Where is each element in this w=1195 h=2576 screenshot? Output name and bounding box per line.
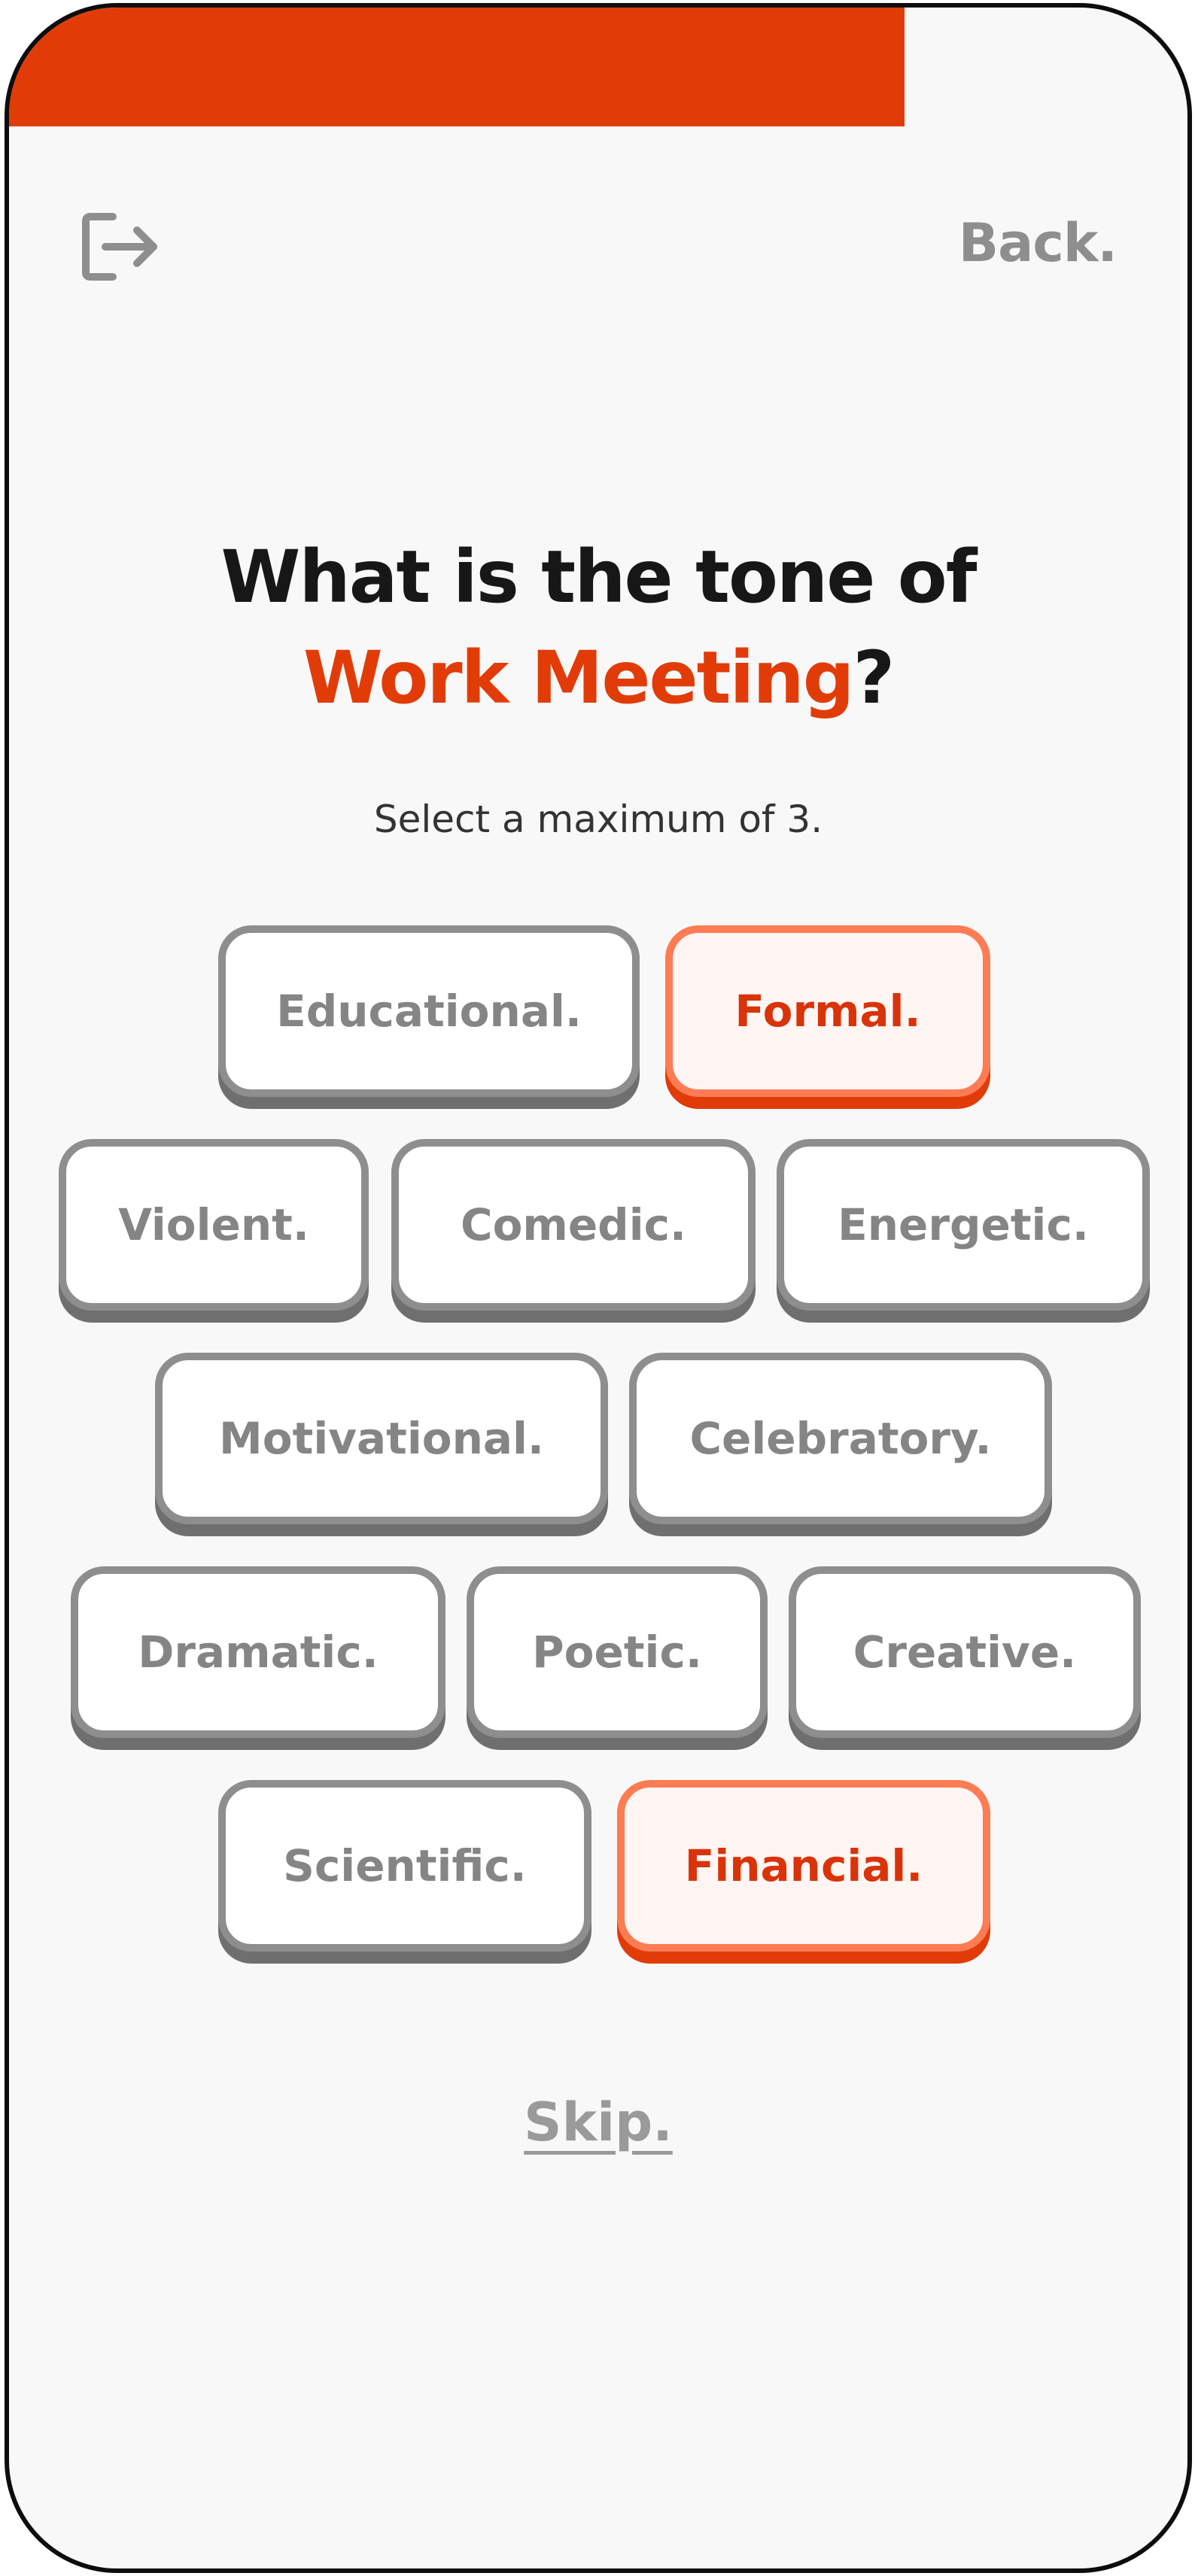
option-chip-celebratory[interactable]: Celebratory. xyxy=(629,1353,1052,1524)
progress-bar xyxy=(9,8,1187,126)
option-chip-scientific[interactable]: Scientific. xyxy=(218,1780,591,1952)
option-chip-creative[interactable]: Creative. xyxy=(789,1566,1141,1738)
option-chip-educational[interactable]: Educational. xyxy=(218,925,640,1097)
option-chip-violent[interactable]: Violent. xyxy=(59,1139,369,1311)
option-chip-financial[interactable]: Financial. xyxy=(617,1780,990,1952)
page-title: What is the tone of Work Meeting? xyxy=(9,527,1187,728)
skip-button[interactable]: Skip. xyxy=(9,2091,1187,2153)
progress-fill xyxy=(9,8,905,126)
selection-hint: Select a maximum of 3. xyxy=(373,797,823,841)
option-chip-poetic[interactable]: Poetic. xyxy=(467,1566,768,1738)
exit-icon[interactable] xyxy=(81,211,164,283)
question-subject: Work Meeting xyxy=(303,636,855,720)
option-chip-energetic[interactable]: Energetic. xyxy=(777,1139,1150,1311)
phone-frame: Back. What is the tone of Work Meeting? … xyxy=(5,3,1192,2573)
option-chip-dramatic[interactable]: Dramatic. xyxy=(71,1566,445,1738)
question-prefix: What is the tone of xyxy=(220,535,978,619)
option-chip-comedic[interactable]: Comedic. xyxy=(391,1139,756,1311)
option-chip-motivational[interactable]: Motivational. xyxy=(155,1353,608,1524)
option-chip-formal[interactable]: Formal. xyxy=(665,925,990,1097)
back-button[interactable]: Back. xyxy=(959,212,1117,274)
exit-door-arrow-icon xyxy=(82,213,157,281)
question-suffix: ? xyxy=(853,636,895,720)
